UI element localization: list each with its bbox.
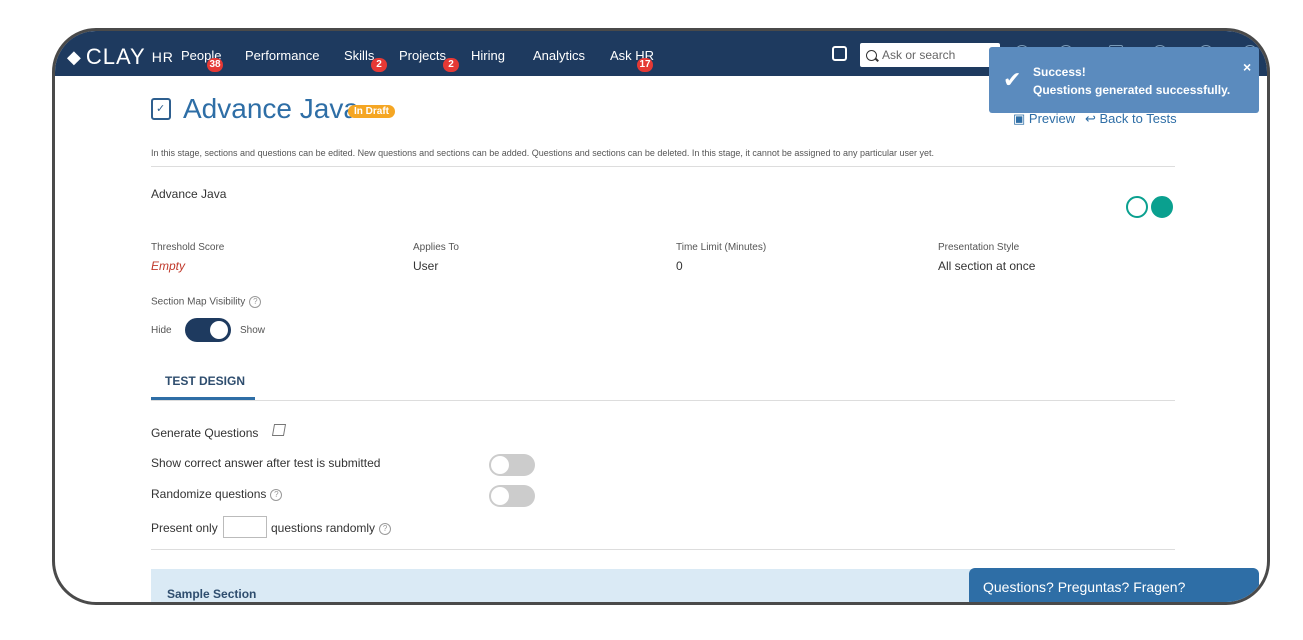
present-only-label: Present only: [151, 521, 218, 535]
check-icon: ✔: [1003, 67, 1022, 92]
nav-projects[interactable]: Projects: [399, 48, 446, 63]
logo-mark-icon: ◆: [67, 46, 82, 67]
logo-text: CLAY: [85, 44, 146, 69]
nav-ask-hr-badge: 17: [637, 58, 653, 72]
success-toast: ✔ Success! Questions generated successfu…: [989, 47, 1259, 113]
threshold-score-value[interactable]: Empty: [151, 259, 185, 273]
toast-message: Questions generated successfully.: [1033, 83, 1231, 97]
nav-hiring[interactable]: Hiring: [471, 48, 505, 63]
preview-label: Preview: [1028, 111, 1076, 126]
random-count-input[interactable]: [223, 516, 267, 538]
show-correct-answer-label: Show correct answer after test is submit…: [151, 456, 381, 470]
randomize-text: Randomize questions: [151, 487, 267, 501]
preview-link[interactable]: ▣ Preview: [1013, 111, 1075, 127]
nav-skills-badge: 2: [371, 58, 387, 72]
chat-support-button[interactable]: Questions? Preguntas? Fragen?: [969, 568, 1259, 602]
section-map-visibility-label: Section Map Visibility?: [151, 296, 262, 308]
clayhr-logo[interactable]: ◆ CLAY HR: [67, 44, 174, 70]
section-map-toggle[interactable]: [185, 318, 231, 342]
search-input[interactable]: Ask or search: [860, 43, 1000, 67]
tab-test-design[interactable]: TEST DESIGN: [165, 374, 245, 388]
threshold-score-label: Threshold Score: [151, 242, 225, 253]
help-icon[interactable]: ?: [249, 296, 262, 308]
generate-questions-link[interactable]: Generate Questions: [151, 426, 258, 440]
questions-randomly-text: questions randomly: [271, 521, 376, 535]
applies-to-label: Applies To: [413, 242, 459, 253]
nav-performance[interactable]: Performance: [245, 48, 319, 63]
time-limit-value[interactable]: 0: [676, 259, 683, 273]
hide-label: Hide: [151, 325, 172, 336]
clock-icon[interactable]: [832, 46, 847, 61]
randomize-questions-label: Randomize questions?: [151, 487, 283, 501]
presentation-style-label: Presentation Style: [938, 242, 1020, 253]
questions-randomly-label: questions randomly?: [271, 521, 392, 535]
smv-text: Section Map Visibility: [151, 296, 246, 308]
clipboard-icon: [151, 98, 171, 120]
search-icon: [866, 49, 877, 61]
nav-people-badge: 38: [207, 58, 223, 72]
test-name: Advance Java: [151, 187, 227, 201]
help-icon[interactable]: ?: [379, 522, 392, 535]
back-to-tests-link[interactable]: ↩ Back to Tests: [1085, 111, 1177, 127]
app-window: ◆ CLAY HR People 38 Performance Skills 2…: [52, 28, 1270, 605]
lightbulb-icon[interactable]: [1126, 196, 1148, 218]
show-correct-answer-toggle[interactable]: [489, 454, 535, 476]
close-icon[interactable]: ×: [1243, 59, 1251, 75]
nav-skills[interactable]: Skills: [344, 48, 374, 63]
applies-to-value[interactable]: User: [413, 259, 438, 273]
randomize-questions-toggle[interactable]: [489, 485, 535, 507]
nav-analytics[interactable]: Analytics: [533, 48, 585, 63]
tab-divider: [151, 400, 1175, 401]
search-placeholder: Ask or search: [882, 48, 956, 62]
toast-title: Success!: [1033, 65, 1086, 79]
settings-divider: [151, 549, 1175, 550]
section-title: Sample Section: [167, 587, 257, 601]
help-icon[interactable]: ?: [270, 488, 283, 501]
grammarly-icon[interactable]: [1151, 196, 1173, 218]
edit-icon[interactable]: [271, 424, 287, 436]
status-badge: In Draft: [348, 105, 395, 118]
time-limit-label: Time Limit (Minutes): [676, 242, 767, 253]
back-label: Back to Tests: [1099, 111, 1177, 126]
presentation-style-value[interactable]: All section at once: [938, 259, 1035, 273]
show-label: Show: [240, 325, 266, 336]
stage-description: In this stage, sections and questions ca…: [151, 148, 934, 158]
nav-projects-badge: 2: [443, 58, 459, 72]
divider: [151, 166, 1175, 167]
page-title: Advance Java: [183, 93, 359, 124]
logo-suffix: HR: [151, 49, 174, 65]
